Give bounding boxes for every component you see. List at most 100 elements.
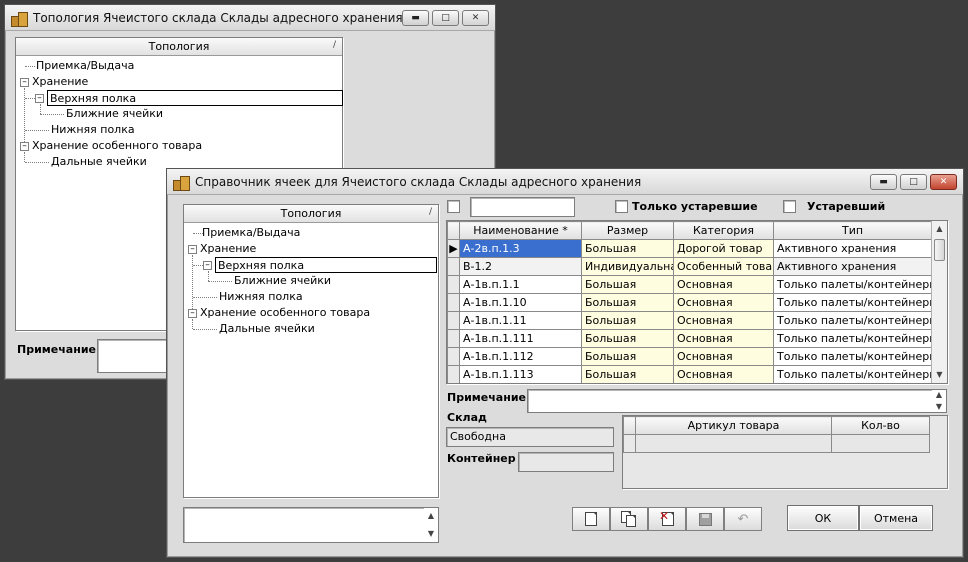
cell-category[interactable]: Основная [673,293,774,312]
table-row[interactable]: А-1в.п.1.111 Большая Основная Только пал… [447,329,932,348]
table-row[interactable]: А-1в.п.1.113 Большая Основная Только пал… [447,365,932,383]
front-tree-panel[interactable]: Топология / Приемка/Выдача – Хранение – … [183,204,439,498]
table-row[interactable]: А-1в.п.1.112 Большая Основная Только пал… [447,347,932,366]
table-row[interactable]: ▶ А-2в.п.1.3 Большая Дорогой товар Актив… [447,239,932,258]
front-tree-item-special-storage[interactable]: Хранение особенного товара [200,305,370,321]
column-header-qty[interactable]: Кол-во [831,416,930,435]
save-record-button[interactable] [686,507,724,531]
front-tree-item-lower-shelf[interactable]: Нижняя полка [219,289,303,305]
collapse-icon[interactable]: – [35,94,44,103]
cell-category[interactable]: Особенный товар [673,257,774,276]
maximize-button[interactable]: □ [432,9,459,26]
cell-type[interactable]: Только палеты/контейнеры [773,329,932,348]
scroll-up-icon[interactable]: ▲ [424,510,438,522]
cell-size[interactable]: Большая [581,275,674,294]
cell-size[interactable]: Большая [581,347,674,366]
back-tree-item-upper-shelf[interactable]: Верхняя полка [47,90,343,106]
cell-size[interactable]: Индивидуальная [581,257,674,276]
cell-type[interactable]: Только палеты/контейнеры [773,311,932,330]
scroll-thumb[interactable] [934,239,945,261]
column-header-article[interactable]: Артикул товара [635,416,832,435]
cell-category[interactable]: Основная [673,365,774,383]
cell-name[interactable]: А-2в.п.1.3 [459,239,582,258]
only-obsolete-label[interactable]: Только устаревшие [632,200,758,213]
back-tree-item-far-cells[interactable]: Дальные ячейки [51,154,147,170]
cell-name[interactable]: А-1в.п.1.10 [459,293,582,312]
cell-type[interactable]: Только палеты/контейнеры [773,293,932,312]
collapse-icon[interactable]: – [20,78,29,87]
cell-qty[interactable] [831,434,930,453]
note-field[interactable]: ▲ ▼ [527,389,947,413]
back-window-titlebar[interactable]: Топология Ячеистого склада Склады адресн… [5,5,495,31]
table-row[interactable]: В-1.2 Индивидуальная Особенный товар Акт… [447,257,932,276]
front-tree-item-upper-shelf[interactable]: Верхняя полка [215,257,437,273]
search-input[interactable] [470,197,575,217]
cell-article[interactable] [635,434,832,453]
cell-category[interactable]: Основная [673,347,774,366]
obsolete-label[interactable]: Устаревший [807,200,885,213]
cell-category[interactable]: Основная [673,329,774,348]
new-record-button[interactable] [572,507,610,531]
cell-type[interactable]: Только палеты/контейнеры [773,365,932,383]
close-button[interactable]: ✕ [462,9,489,26]
cell-size[interactable]: Большая [581,311,674,330]
scroll-down-icon[interactable]: ▼ [424,528,438,540]
copy-record-button[interactable] [610,507,648,531]
undo-button[interactable]: ↶ [724,507,762,531]
front-tree-header[interactable]: Топология / [184,205,438,223]
ok-button[interactable]: ОК [787,505,859,531]
table-row[interactable] [623,434,930,453]
cell-size[interactable]: Большая [581,293,674,312]
scroll-up-icon[interactable]: ▲ [932,223,947,235]
front-tree-item-far-cells[interactable]: Дальные ячейки [219,321,315,337]
obsolete-checkbox[interactable] [783,200,796,213]
only-obsolete-checkbox[interactable] [615,200,628,213]
column-header-category[interactable]: Категория [673,221,774,240]
collapse-icon[interactable]: – [20,142,29,151]
minimize-button[interactable]: ▬ [402,9,429,26]
cell-name[interactable]: А-1в.п.1.1 [459,275,582,294]
cell-size[interactable]: Большая [581,329,674,348]
grid-scrollbar[interactable]: ▲ ▼ [931,221,947,383]
table-row[interactable]: А-1в.п.1.10 Большая Основная Только пале… [447,293,932,312]
collapse-icon[interactable]: – [188,245,197,254]
cell-category[interactable]: Основная [673,275,774,294]
close-button[interactable]: ✕ [930,173,957,190]
cell-category[interactable]: Основная [673,311,774,330]
cell-name[interactable]: А-1в.п.1.11 [459,311,582,330]
cell-name[interactable]: В-1.2 [459,257,582,276]
cell-name[interactable]: А-1в.п.1.113 [459,365,582,383]
cell-type[interactable]: Активного хранения [773,239,932,258]
front-tree-item-receiving[interactable]: Приемка/Выдача [202,225,300,241]
table-row[interactable]: А-1в.п.1.1 Большая Основная Только палет… [447,275,932,294]
back-tree-item-special-storage[interactable]: Хранение особенного товара [32,138,202,154]
filter-checkbox[interactable] [447,200,460,213]
cell-category[interactable]: Дорогой товар [673,239,774,258]
scroll-down-icon[interactable]: ▼ [932,369,947,381]
cancel-button[interactable]: Отмена [859,505,933,531]
column-header-size[interactable]: Размер [581,221,674,240]
maximize-button[interactable]: □ [900,173,927,190]
cell-size[interactable]: Большая [581,365,674,383]
front-tree-item-storage[interactable]: Хранение [200,241,256,257]
cell-size[interactable]: Большая [581,239,674,258]
tree-note-field[interactable]: ▲ ▼ [183,507,439,543]
scroll-down-icon[interactable]: ▼ [932,402,946,412]
cells-grid[interactable]: Наименование * Размер Категория Тип ▶ А-… [446,220,948,384]
back-tree-item-near-cells[interactable]: Ближние ячейки [66,106,163,122]
cell-type[interactable]: Активного хранения [773,257,932,276]
minimize-button[interactable]: ▬ [870,173,897,190]
collapse-icon[interactable]: – [203,261,212,270]
back-tree-item-receiving[interactable]: Приемка/Выдача [36,58,134,74]
back-tree-header[interactable]: Топология / [16,38,342,56]
delete-record-button[interactable]: ✕ [648,507,686,531]
front-tree-item-near-cells[interactable]: Ближние ячейки [234,273,331,289]
cell-name[interactable]: А-1в.п.1.112 [459,347,582,366]
column-header-name[interactable]: Наименование * [459,221,582,240]
cell-name[interactable]: А-1в.п.1.111 [459,329,582,348]
front-window-titlebar[interactable]: Справочник ячеек для Ячеистого склада Ск… [167,169,963,195]
cell-type[interactable]: Только палеты/контейнеры [773,275,932,294]
column-header-type[interactable]: Тип [773,221,932,240]
container-field[interactable] [518,452,614,472]
articles-grid[interactable]: Артикул товара Кол-во [622,415,948,489]
